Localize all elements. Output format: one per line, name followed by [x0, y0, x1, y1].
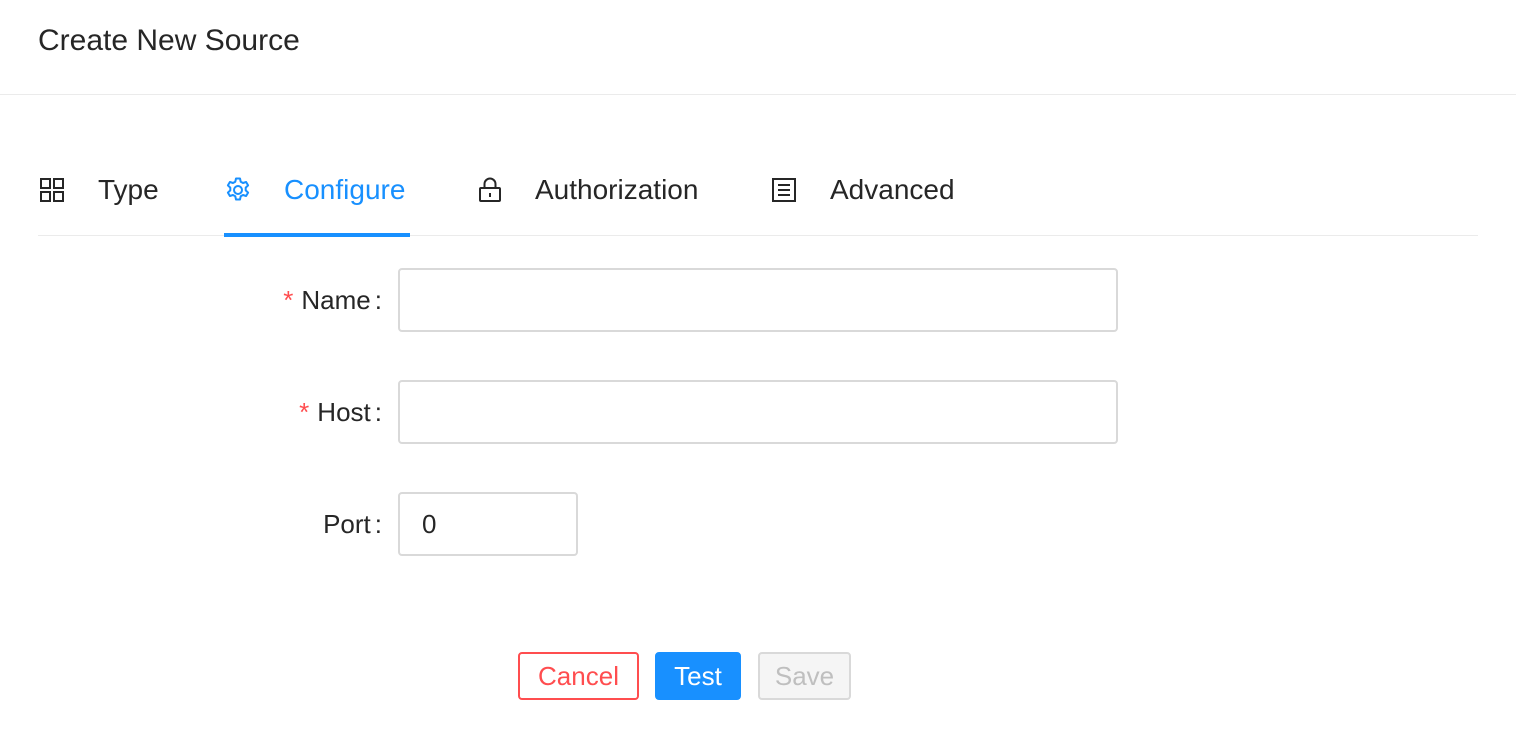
tab-authorization-label: Authorization: [535, 174, 699, 205]
form-row-host: * Host:: [0, 380, 1516, 444]
tab-advanced-label: Advanced: [830, 174, 955, 205]
tab-configure[interactable]: Configure: [224, 160, 410, 237]
gear-icon: [224, 176, 252, 204]
name-input[interactable]: [398, 268, 1118, 332]
step-tabs: Type Configure Authorization Advanced: [38, 160, 1478, 237]
cancel-button[interactable]: Cancel: [518, 652, 639, 700]
page-title: Create New Source: [38, 24, 300, 57]
port-input[interactable]: [398, 492, 578, 556]
page-header: Create New Source: [0, 0, 1516, 95]
tab-type[interactable]: Type: [38, 160, 162, 236]
form-row-port: Port:: [0, 492, 1516, 556]
border-outer-icon: [770, 176, 798, 204]
form-row-name: * Name:: [0, 268, 1516, 332]
port-label: Port:: [323, 509, 382, 539]
host-input[interactable]: [398, 380, 1118, 444]
tab-configure-label: Configure: [284, 174, 406, 205]
test-button[interactable]: Test: [655, 652, 741, 700]
required-mark: *: [283, 285, 294, 315]
host-label: * Host:: [299, 397, 382, 427]
tab-type-label: Type: [98, 174, 159, 205]
save-button[interactable]: Save: [758, 652, 851, 700]
tab-authorization[interactable]: Authorization: [476, 160, 706, 236]
name-label: * Name:: [283, 285, 382, 315]
lock-icon: [476, 176, 504, 204]
required-mark: *: [299, 397, 310, 427]
active-tab-indicator: [224, 233, 410, 237]
appstore-icon: [38, 176, 66, 204]
tab-advanced[interactable]: Advanced: [770, 160, 960, 236]
